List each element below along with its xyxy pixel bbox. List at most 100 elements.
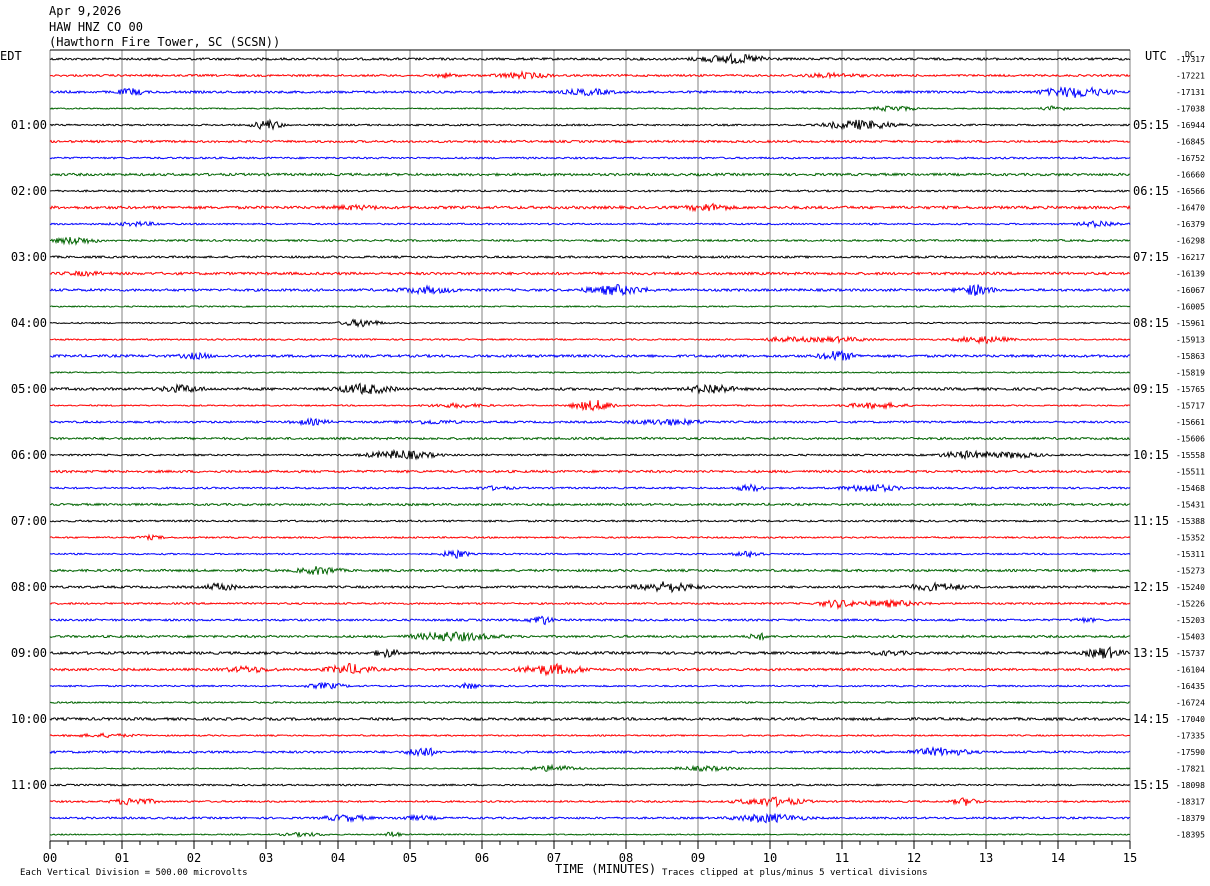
trace-line	[49, 783, 1131, 787]
edt-hour-label: 02:00	[11, 184, 47, 198]
dc-offset-label: -15388	[1176, 517, 1205, 526]
left-timezone: EDT	[0, 49, 22, 63]
trace-line	[49, 382, 1131, 396]
dc-offset-label: -15226	[1176, 600, 1205, 609]
dc-offset-label: -16139	[1176, 270, 1205, 279]
header-channel: HAW HNZ CO 00	[49, 20, 143, 34]
trace-line	[50, 236, 1131, 246]
trace-line	[49, 139, 1131, 144]
utc-hour-label: 06:15	[1133, 184, 1169, 198]
trace-line	[49, 118, 1131, 131]
x-tick-label: 14	[1051, 851, 1065, 865]
utc-hour-label: 12:15	[1133, 580, 1169, 594]
dc-offset-label: -16379	[1176, 220, 1205, 229]
header-date: Apr 9,2026	[49, 4, 121, 18]
dc-offset-label: -16067	[1176, 286, 1205, 295]
dc-offset-label: -18317	[1176, 798, 1205, 807]
trace-line	[49, 662, 1131, 677]
trace-line	[49, 52, 1131, 65]
dc-unit-label: DC	[1185, 50, 1195, 59]
x-tick-label: 06	[475, 851, 489, 865]
dc-offset-label: -15203	[1176, 616, 1205, 625]
trace-line	[49, 566, 1131, 576]
trace-line	[49, 202, 1131, 213]
trace-line	[49, 700, 1131, 705]
dc-offset-label: -15352	[1176, 534, 1205, 543]
dc-offset-label: -16752	[1176, 154, 1205, 163]
trace-line	[49, 519, 1131, 523]
trace-line	[49, 220, 1131, 229]
trace-line	[49, 549, 1131, 559]
dc-offset-label: -15961	[1176, 319, 1205, 328]
x-tick-label: 15	[1123, 851, 1137, 865]
dc-offset-label: -18379	[1176, 814, 1205, 823]
edt-hour-labels: 01:00 02:00 03:00 04:00 05:00 06:00 07:00 08:00…	[11, 118, 47, 792]
dc-offset-label: -17821	[1176, 765, 1205, 774]
trace-line	[49, 631, 1131, 643]
dc-offset-label: -15765	[1176, 385, 1205, 394]
dc-offset-label: -15661	[1176, 418, 1205, 427]
dc-offset-label: -15717	[1176, 402, 1205, 411]
edt-hour-label: 04:00	[11, 316, 47, 330]
dc-offset-label: -17040	[1176, 715, 1205, 724]
edt-hour-label: 11:00	[11, 778, 47, 792]
dc-offset-label: -16944	[1176, 121, 1205, 130]
dc-offset-label: -15863	[1176, 352, 1205, 361]
header-station: (Hawthorn Fire Tower, SC (SCSN))	[49, 35, 280, 49]
trace-line	[49, 105, 1131, 113]
x-tick-label: 12	[907, 851, 921, 865]
minute-grid	[49, 49, 1131, 841]
trace-line	[49, 598, 1131, 610]
dc-offset-label: -17131	[1176, 88, 1205, 97]
trace-line	[49, 417, 1131, 427]
edt-hour-label: 05:00	[11, 382, 47, 396]
edt-hour-label: 03:00	[11, 250, 47, 264]
seismogram-plot: 00 01 02 03 04 05 06 07 08 09 10 11 12 13 14 15 01:0002…	[0, 4, 1205, 878]
trace-line	[49, 371, 1131, 374]
trace-line	[49, 156, 1131, 160]
dc-offset-label: -16724	[1176, 699, 1205, 708]
utc-hour-labels: 05:15 06:15 07:15 08:15 09:15 10:15 11:15 12:15…	[1133, 118, 1169, 792]
trace-line	[49, 716, 1131, 722]
edt-hour-label: 10:00	[11, 712, 47, 726]
dc-offset-label: -15240	[1176, 583, 1205, 592]
trace-line	[49, 86, 1131, 98]
trace-line	[49, 436, 1131, 441]
dc-offset-label: -15403	[1176, 633, 1205, 642]
trace-line	[49, 172, 1131, 177]
dc-offset-label: -18098	[1176, 781, 1205, 790]
trace-line	[49, 732, 1131, 739]
edt-hour-label: 08:00	[11, 580, 47, 594]
x-tick-label: 01	[115, 851, 129, 865]
x-tick-label: 05	[403, 851, 417, 865]
utc-hour-label: 09:15	[1133, 382, 1169, 396]
utc-hour-label: 10:15	[1133, 448, 1169, 462]
dc-offset-label: -17335	[1176, 732, 1205, 741]
trace-line	[49, 831, 1131, 839]
dc-offset-label: -15468	[1176, 484, 1205, 493]
clip-note: Traces clipped at plus/minus 5 vertical …	[662, 868, 928, 878]
dc-offset-label: -16217	[1176, 253, 1205, 262]
trace-line	[49, 254, 1131, 260]
edt-hour-label: 06:00	[11, 448, 47, 462]
dc-offset-label: -15913	[1176, 336, 1205, 345]
utc-hour-label: 15:15	[1133, 778, 1169, 792]
trace-line	[49, 189, 1131, 193]
trace-line	[49, 746, 1131, 758]
utc-hour-label: 07:15	[1133, 250, 1169, 264]
x-tick-label: 02	[187, 851, 201, 865]
dc-offset-label: -17590	[1176, 748, 1205, 757]
dc-offset-label: -15511	[1176, 468, 1205, 477]
dc-offset-label: -15431	[1176, 501, 1205, 510]
edt-hour-label: 07:00	[11, 514, 47, 528]
trace-line	[49, 796, 1131, 808]
dc-offset-label: -18395	[1176, 831, 1205, 840]
trace-line	[50, 400, 1131, 412]
trace-line	[49, 483, 1131, 493]
x-tick-label: 10	[763, 851, 777, 865]
trace-line	[49, 318, 1130, 328]
trace-line	[49, 349, 1131, 362]
trace-line	[49, 69, 1131, 81]
utc-hour-label: 08:15	[1133, 316, 1169, 330]
scale-note: Each Vertical Division = 500.00 microvol…	[20, 868, 248, 878]
